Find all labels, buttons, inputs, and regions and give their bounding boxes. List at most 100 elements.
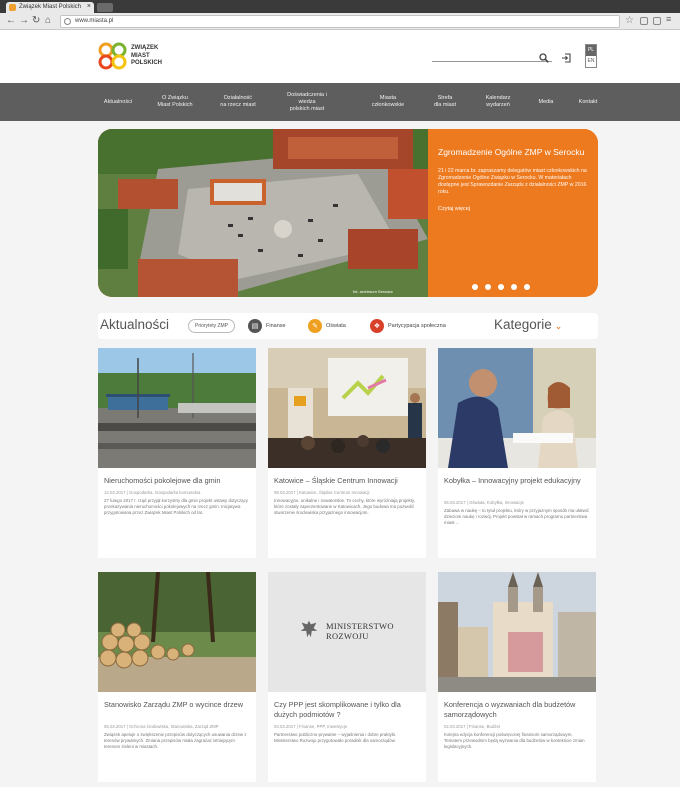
chip-oswiata[interactable]: ✎ Oświata <box>308 318 346 334</box>
bookmark-star-icon[interactable]: ☆ <box>625 15 634 26</box>
lang-pl[interactable]: PL <box>586 45 596 56</box>
card-meta: 08.03.2017 | Katowice, Śląskie Centrum I… <box>274 490 370 495</box>
back-icon[interactable]: ← <box>6 15 16 27</box>
hero-text-panel: Zgromadzenie Ogólne ZMP w Serocku 21 i 2… <box>428 129 598 297</box>
news-card[interactable]: Konferencja o wyzwaniach dla budżetów sa… <box>438 572 596 782</box>
slider-dot[interactable] <box>485 284 491 290</box>
menu-item-strefa[interactable]: Strefa dla miast <box>420 83 470 121</box>
reload-icon[interactable]: ↻ <box>32 15 40 27</box>
chip-partycypacja[interactable]: ❖ Partycypacja społeczna <box>370 318 446 334</box>
logo-line: ZWIĄZEK <box>131 45 159 51</box>
page: ZWIĄZEK MIAST POLSKICH PL EN Aktualności… <box>0 31 680 787</box>
search-input[interactable] <box>432 60 552 62</box>
logo-line: POLSKICH <box>131 60 163 66</box>
card-excerpt: Innowacyjne, unikalne i nowatorskie. To … <box>274 498 416 515</box>
news-card[interactable]: MINISTERSTWO ROZWOJU Czy PPP jest skompl… <box>268 572 426 782</box>
address-bar[interactable]: www.miasta.pl <box>60 15 620 28</box>
section-title: Aktualności <box>100 317 170 332</box>
railway-station-image <box>98 348 256 468</box>
card-title[interactable]: Nieruchomości pokolejowe dla gmin <box>104 476 250 486</box>
slider-dots <box>472 284 530 290</box>
card-title[interactable]: Stanowisko Zarządu ZMP o wycince drzew <box>104 700 250 710</box>
search-icon[interactable] <box>539 53 549 63</box>
hero-read-more-link[interactable]: Czytaj więcej <box>438 206 588 212</box>
site-header: ZWIĄZEK MIAST POLSKICH PL EN <box>0 31 680 83</box>
menu-item-kontakt[interactable]: Kontakt <box>566 83 610 121</box>
logo-line: MIAST <box>131 52 150 59</box>
education-icon: ✎ <box>308 319 322 333</box>
url-text: www.miasta.pl <box>75 18 114 24</box>
hero-title[interactable]: Zgromadzenie Ogólne ZMP w Serocku <box>438 147 588 158</box>
chip-priorytety-label: Priorytety ZMP <box>188 319 236 333</box>
slider-dot[interactable] <box>472 284 478 290</box>
language-switcher: PL EN <box>585 44 597 68</box>
chip-partycypacja-label: Partycypacja społeczna <box>388 323 446 329</box>
menu-item-doswiadczenia[interactable]: Doświadczenia i wiedza polskich miast <box>272 83 342 121</box>
tab-title: Związek Miast Polskich <box>19 4 82 10</box>
card-meta: 14.03.2017 | Gospodarka, Gospodarka komu… <box>104 490 201 495</box>
menu-item-media[interactable]: Media <box>526 83 566 121</box>
card-excerpt: Kolejna edycja konferencji poświęconej f… <box>444 732 585 749</box>
slider-dot[interactable] <box>498 284 504 290</box>
logo-text[interactable]: ZWIĄZEK MIAST POLSKICH <box>131 45 191 68</box>
categories-dropdown[interactable]: Kategorie ⌄ <box>494 317 562 332</box>
chip-finanse[interactable]: ▤ Finanse <box>248 318 286 334</box>
menu-item-dzialalnosc[interactable]: Działalność na rzecz miast <box>208 83 268 121</box>
card-meta: 06.03.2017 | Oświata, Kobyłka, Innowacje <box>444 500 524 505</box>
slider-dot[interactable] <box>524 284 530 290</box>
card-excerpt: Związek apeluje o zwiększenie przepisów … <box>104 732 247 749</box>
menu-item-kalendarz[interactable]: Kalendarz wydarzeń <box>472 83 524 121</box>
tab-close-icon[interactable]: × <box>87 3 91 10</box>
card-title[interactable]: Kobyłka – Innowacyjny projekt edukacyjny <box>444 476 590 486</box>
forward-icon[interactable]: → <box>19 15 29 27</box>
card-title[interactable]: Konferencja o wyzwaniach dla budżetów sa… <box>444 700 590 719</box>
categories-dropdown-label: Kategorie <box>494 317 552 332</box>
chevron-down-icon: ⌄ <box>554 321 563 331</box>
chip-oswiata-label: Oświata <box>326 323 346 329</box>
card-excerpt: 27 lutego 2017 r. rząd przyjął korzystny… <box>104 498 248 515</box>
favicon-icon <box>9 4 16 11</box>
category-bar: Aktualności Priorytety ZMP ▤ Finanse ✎ O… <box>98 313 598 339</box>
card-meta: 06.03.2017 | Ochrona środowiska, Stanowi… <box>104 724 219 729</box>
card-title[interactable]: Katowice – Śląskie Centrum Innowacji <box>274 476 420 486</box>
login-icon[interactable] <box>561 53 571 63</box>
browser-tab[interactable]: Związek Miast Polskich × <box>6 2 94 13</box>
tab-strip: Związek Miast Polskich × <box>0 0 680 13</box>
news-card[interactable]: Katowice – Śląskie Centrum Innowacji 08.… <box>268 348 426 558</box>
globe-icon <box>64 18 71 25</box>
chip-priorytety[interactable]: Priorytety ZMP <box>188 318 236 334</box>
card-excerpt: Partnerstwo publiczno-prywatne – wyjaśni… <box>274 732 397 743</box>
new-tab-button[interactable] <box>97 3 113 12</box>
participation-icon: ❖ <box>370 319 384 333</box>
home-icon[interactable]: ⌂ <box>45 15 51 27</box>
card-excerpt: Zabawa w naukę – to tytuł projektu, któr… <box>444 508 589 525</box>
news-card[interactable]: Nieruchomości pokolejowe dla gmin 14.03.… <box>98 348 256 558</box>
hero-slider[interactable]: fot. archiwum Serocka Zgromadzenie Ogóln… <box>98 129 598 297</box>
main-menu: Aktualności O Związku Miast Polskich Dzi… <box>0 83 680 121</box>
extension-icon[interactable] <box>640 17 648 25</box>
hero-town-aerial-image <box>98 129 428 297</box>
news-card[interactable]: Stanowisko Zarządu ZMP o wycince drzew 0… <box>98 572 256 782</box>
cut-logs-image <box>98 572 256 692</box>
chip-finanse-label: Finanse <box>266 323 286 329</box>
hero-caption: fot. archiwum Serocka <box>353 289 393 294</box>
card-title[interactable]: Czy PPP jest skomplikowane i tylko dla d… <box>274 700 420 719</box>
menu-icon[interactable]: ≡ <box>666 14 674 24</box>
slider-dot[interactable] <box>511 284 517 290</box>
ministry-line: ROZWOJU <box>326 631 369 641</box>
browser-chrome: Związek Miast Polskich × ← → ↻ ⌂ www.mia… <box>0 0 680 30</box>
lang-en[interactable]: EN <box>586 56 596 67</box>
nav-row: ← → ↻ ⌂ www.miasta.pl ☆ ≡ <box>0 13 680 30</box>
news-card[interactable]: Kobyłka – Innowacyjny projekt edukacyjny… <box>438 348 596 558</box>
extension-icon[interactable] <box>653 17 661 25</box>
zmp-logo-icon[interactable] <box>98 42 128 70</box>
hero-body: 21 i 22 marca br. zapraszamy delegatów m… <box>438 168 587 195</box>
card-meta: 02.03.2017 | Finanse, Budżet <box>444 724 501 729</box>
card-meta: 03.03.2017 | Finanse, PPP, Inwestycje <box>274 724 348 729</box>
menu-item-aktualnosci[interactable]: Aktualności <box>90 83 146 121</box>
conference-presentation-image <box>268 348 426 468</box>
menu-item-o-zwiazku[interactable]: O Związku Miast Polskich <box>146 83 204 121</box>
eagle-emblem-icon <box>300 620 318 638</box>
finance-icon: ▤ <box>248 319 262 333</box>
menu-item-miasta[interactable]: Miasta członkowskie <box>358 83 418 121</box>
